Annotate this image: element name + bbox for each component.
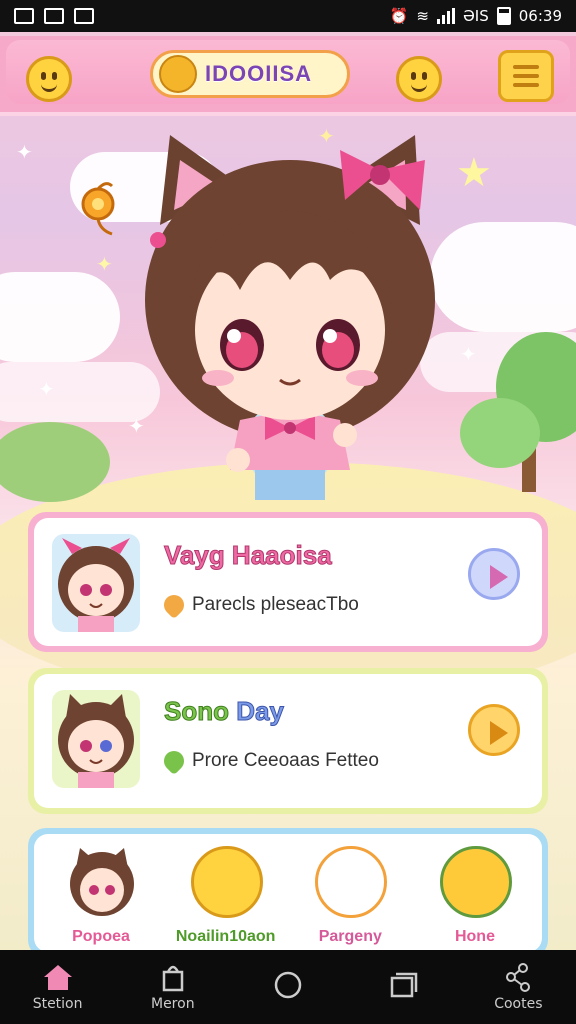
sparkle-icon: ✦ (96, 252, 113, 276)
nav-label: Stetion (32, 996, 83, 1012)
card-subtitle: Prore Ceeoaas Fetteo (192, 750, 379, 771)
nav-cootes[interactable]: Cootes (473, 962, 563, 1012)
wifi-icon: ≋ (416, 7, 429, 25)
card-title-part1: Sono (164, 696, 230, 727)
cat-girl-icon (70, 848, 134, 916)
menu-button[interactable] (498, 50, 554, 102)
roster-item-noailin[interactable]: Noailin10aon (171, 840, 281, 952)
tree-crown (460, 398, 540, 468)
card-subtitle: Parecls pleseacTbo (192, 594, 359, 615)
heart-icon (159, 746, 189, 776)
roster-label: Hone (454, 928, 495, 945)
roster-label: Pargeny (318, 928, 382, 945)
game-logo: IDOOIISA (150, 50, 350, 98)
clock: 06:39 (518, 7, 562, 25)
level-card-2[interactable]: Sono Day Prore Ceeoaas Fetteo (28, 668, 548, 814)
share-icon (506, 963, 531, 992)
leaf-creature-icon (439, 846, 512, 918)
notification-icons (14, 8, 94, 24)
nav-meron[interactable]: Meron (128, 962, 218, 1012)
status-bar: ⏰ ≋ ƏIS 06:39 (0, 0, 576, 32)
fruit-logo-icon (159, 55, 197, 93)
play-button[interactable] (468, 548, 520, 600)
roster-item-pargeny[interactable]: Pargeny (295, 840, 405, 952)
roster-label: Popoea (72, 928, 130, 945)
hamburger-icon (513, 65, 539, 69)
sparkle-icon: ✦ (16, 140, 33, 164)
sparkle-icon: ✦ (460, 342, 477, 366)
roster-item-popoea[interactable]: Popoea (46, 840, 156, 952)
smiley-mascot-icon[interactable] (26, 56, 72, 102)
battery-icon (496, 7, 511, 25)
signal-icon (437, 8, 455, 24)
circle-home-icon (274, 971, 302, 999)
card-title: Sono Day (164, 696, 285, 727)
play-button[interactable] (468, 704, 520, 756)
cloud (430, 222, 576, 332)
nav-label: Cootes (494, 996, 543, 1012)
gallery-notification-icon (14, 8, 34, 24)
card-title: Vayg Haaoisa (164, 540, 333, 571)
character-avatar (52, 534, 140, 632)
fruit-icon (81, 182, 115, 236)
nav-label: Meron (150, 996, 195, 1012)
photo-notification-icon (74, 8, 94, 24)
nav-home[interactable] (243, 970, 333, 1004)
smiley-icon (190, 846, 263, 918)
nav-recents[interactable] (358, 970, 448, 1004)
recents-icon (390, 972, 418, 998)
card-title-part2: Day (236, 696, 285, 727)
cat-girl-character[interactable] (130, 130, 450, 510)
message-notification-icon (44, 8, 64, 24)
alarm-icon: ⏰ (389, 7, 409, 25)
roster-label: Noailin10aon (175, 928, 276, 945)
nav-station[interactable]: Stetion (13, 962, 103, 1012)
top-header: IDOOIISA (0, 36, 576, 116)
smiley-mascot-icon[interactable] (396, 56, 442, 102)
logo-text: IDOOIISA (205, 61, 313, 86)
character-avatar (52, 690, 140, 788)
fox-face-icon (315, 846, 388, 918)
roster-item-hone[interactable]: Hone (420, 840, 530, 952)
network-label: ƏIS (463, 7, 489, 25)
bag-icon (162, 965, 184, 992)
star-icon: ★ (456, 150, 492, 196)
bottom-nav-bar: Stetion Meron Cootes (0, 950, 576, 1024)
level-card-1[interactable]: Vayg Haaoisa Parecls pleseacTbo (28, 512, 548, 652)
cloud (0, 272, 120, 362)
heart-icon (159, 590, 189, 620)
character-roster-card: Popoea Noailin10aon Pargeny Hone (28, 828, 548, 958)
home-icon (43, 965, 72, 990)
sparkle-icon: ✦ (38, 377, 55, 401)
